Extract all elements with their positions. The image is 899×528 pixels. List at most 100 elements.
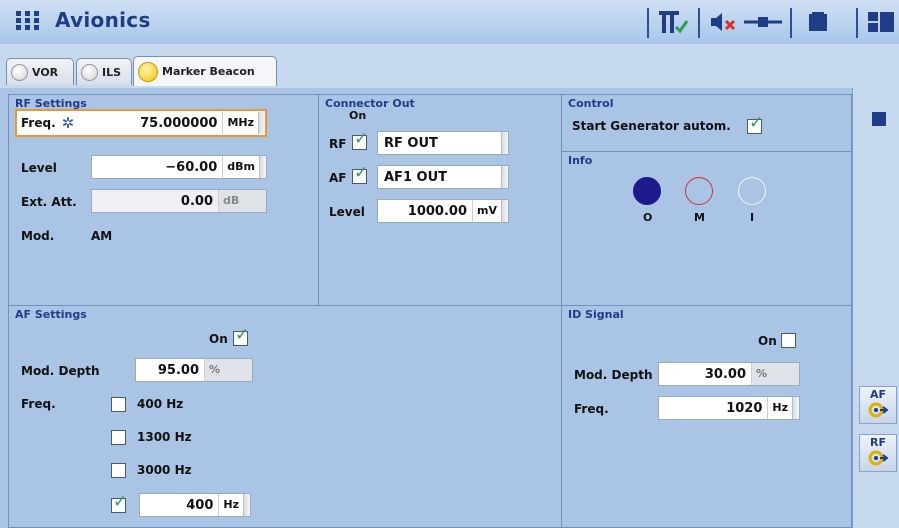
right-sidebar: AF RF	[852, 88, 899, 528]
field-knob	[501, 166, 508, 188]
tab-marker-beacon[interactable]: Marker Beacon	[133, 56, 277, 86]
rf-output-button[interactable]: RF	[859, 434, 897, 472]
id-on-label: On	[758, 334, 777, 348]
panel-title: Connector Out	[325, 97, 415, 110]
field-knob	[258, 112, 265, 134]
indicator-label-o: O	[643, 211, 653, 224]
af-mod-depth-label: Mod. Depth	[21, 364, 100, 378]
af-button-label: AF	[869, 388, 887, 401]
freq-label: Freq.	[21, 116, 56, 130]
field-knob	[243, 494, 250, 516]
freq-400-checkbox[interactable]	[111, 397, 126, 412]
rf-connector-field[interactable]: RF OUT	[377, 131, 509, 155]
folder-icon[interactable]	[806, 9, 830, 35]
id-freq-label: Freq.	[574, 402, 609, 416]
rf-connector-value: RF OUT	[384, 135, 438, 151]
start-generator-label: Start Generator autom.	[572, 119, 731, 133]
field-knob	[792, 397, 799, 419]
stop-icon[interactable]	[872, 112, 886, 126]
freq-1300-label: 1300 Hz	[137, 430, 192, 444]
control-panel: Control Start Generator autom. ✓	[561, 94, 852, 152]
id-signal-panel: ID Signal On Mod. Depth 30.00 % Freq. 10…	[561, 305, 852, 528]
freq-3000-label: 3000 Hz	[137, 463, 192, 477]
af-mod-depth-value: 95.00	[157, 362, 199, 378]
mute-icon[interactable]	[708, 9, 738, 35]
af-custom-freq-field[interactable]: 400 Hz	[139, 493, 251, 517]
mod-label: Mod.	[21, 229, 55, 243]
tab-label: Marker Beacon	[162, 65, 255, 78]
tab-bar: VOR ILS Marker Beacon	[0, 44, 899, 88]
tab-led-icon	[81, 63, 98, 81]
tab-ils[interactable]: ILS	[76, 58, 132, 85]
af-connector-label: AF	[329, 171, 347, 185]
outer-marker-indicator	[633, 177, 661, 205]
tab-led-icon	[11, 63, 28, 81]
tab-led-icon	[138, 61, 158, 82]
rf-settings-panel: RF Settings Freq. ✲ 75.000000 MHz Level …	[8, 94, 319, 306]
rf-button-label: RF	[870, 436, 886, 449]
ext-att-value: 0.00	[180, 193, 213, 209]
mod-value: AM	[91, 229, 113, 243]
af-connector-field[interactable]: AF1 OUT	[377, 165, 509, 189]
layout-icon[interactable]	[866, 9, 896, 35]
af-custom-freq-unit: Hz	[218, 494, 243, 516]
slider-icon[interactable]	[742, 9, 784, 35]
id-on-checkbox[interactable]	[781, 333, 796, 348]
connector-level-field[interactable]: 1000.00 mV	[377, 199, 509, 223]
af-out-checkbox[interactable]: ✓	[352, 165, 368, 184]
ext-att-unit: dB	[218, 190, 266, 212]
id-freq-field[interactable]: 1020 Hz	[658, 396, 800, 420]
main-content: RF Settings Freq. ✲ 75.000000 MHz Level …	[0, 88, 852, 528]
af-mod-depth-field[interactable]: 95.00 %	[135, 358, 253, 382]
tab-label: VOR	[32, 65, 59, 79]
freq-value: 75.000000	[140, 115, 218, 131]
indicator-label-i: I	[750, 211, 755, 224]
af-on-checkbox[interactable]: ✓	[233, 327, 249, 346]
connector-level-label: Level	[329, 205, 365, 219]
ext-att-label: Ext. Att.	[21, 195, 77, 209]
level-value: −60.00	[165, 159, 218, 175]
af-freq-label: Freq.	[21, 397, 56, 411]
toolbar-separator	[698, 8, 700, 38]
rf-connector-label: RF	[329, 137, 347, 151]
inner-marker-indicator	[738, 177, 766, 205]
panel-title: ID Signal	[568, 308, 624, 321]
id-freq-unit: Hz	[767, 397, 792, 419]
info-panel: Info O M I	[561, 151, 852, 306]
id-mod-depth-field[interactable]: 30.00 %	[658, 362, 800, 386]
freq-1300-checkbox[interactable]	[111, 430, 126, 445]
start-generator-checkbox[interactable]: ✓	[747, 115, 763, 134]
toolbar-separator	[647, 8, 649, 38]
rf-level-field[interactable]: −60.00 dBm	[91, 155, 267, 179]
level-label: Level	[21, 161, 57, 175]
field-knob	[501, 200, 508, 222]
af-mod-depth-unit: %	[204, 359, 252, 381]
gear-icon[interactable]: ✲	[62, 114, 75, 132]
panel-title: Info	[568, 154, 593, 167]
rf-out-checkbox[interactable]: ✓	[352, 131, 368, 150]
id-mod-depth-unit: %	[751, 363, 799, 385]
id-mod-depth-label: Mod. Depth	[574, 368, 653, 382]
rf-freq-field[interactable]: Freq. ✲ 75.000000 MHz	[15, 109, 267, 137]
af-settings-panel: AF Settings On ✓ Mod. Depth 95.00 % Freq…	[8, 305, 562, 528]
connector-level-unit: mV	[472, 200, 501, 222]
freq-400-label: 400 Hz	[137, 397, 184, 411]
freq-custom-checkbox[interactable]: ✓	[111, 494, 127, 513]
af-connector-value: AF1 OUT	[384, 169, 447, 185]
middle-marker-indicator	[685, 177, 713, 205]
freq-3000-checkbox[interactable]	[111, 463, 126, 478]
tt-check-icon[interactable]	[657, 9, 689, 35]
toolbar-separator	[790, 8, 792, 38]
af-output-button[interactable]: AF	[859, 386, 897, 424]
connector-out-panel: Connector Out On RF ✓ RF OUT AF ✓ AF1 OU…	[318, 94, 562, 306]
tab-label: ILS	[102, 65, 122, 79]
tab-vor[interactable]: VOR	[6, 58, 74, 85]
indicator-label-m: M	[694, 211, 705, 224]
field-knob	[501, 132, 508, 154]
af-custom-freq-value: 400	[186, 497, 214, 513]
level-unit: dBm	[222, 156, 259, 178]
panel-title: AF Settings	[15, 308, 87, 321]
grid-menu-icon[interactable]	[16, 11, 40, 31]
on-header: On	[349, 109, 367, 122]
id-mod-depth-value: 30.00	[704, 366, 746, 382]
